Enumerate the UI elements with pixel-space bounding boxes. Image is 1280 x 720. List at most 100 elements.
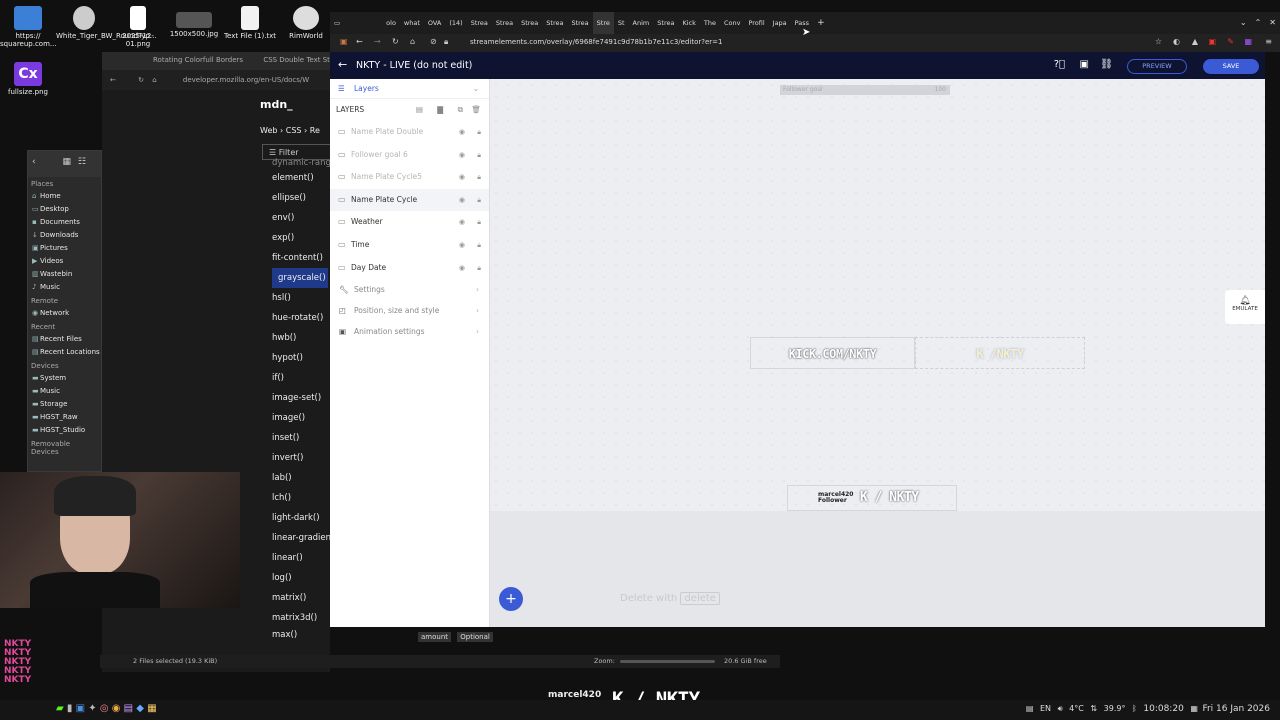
preview-button[interactable]: PREVIEW — [1127, 59, 1187, 74]
list-item[interactable]: hypot() — [102, 348, 330, 368]
list-item[interactable]: image-set() — [102, 388, 330, 408]
desktop-icon-txt[interactable]: Text File (1).txt — [222, 6, 278, 40]
remote-item[interactable]: ◉ Network — [28, 307, 101, 320]
overlay-canvas[interactable]: Follower goal 100 KICK.COM/NKTY K /NKTY … — [490, 79, 1265, 511]
home-icon[interactable]: ⌂ — [152, 76, 156, 84]
visibility-icon[interactable]: ◉ — [459, 121, 465, 144]
browser-tab[interactable]: olo — [382, 12, 400, 34]
lock-icon[interactable]: 🔒︎ — [477, 166, 481, 189]
list-item-selected[interactable]: grayscale() — [272, 268, 328, 288]
list-item[interactable]: inset() — [102, 428, 330, 448]
app-icon[interactable]: ✦ — [88, 703, 96, 714]
clock-date[interactable]: Fri 16 Jan 2026 — [1202, 704, 1270, 714]
visibility-icon[interactable]: ◉ — [459, 166, 465, 189]
browser-icon[interactable]: ◎ — [100, 703, 109, 714]
layers-panel-header[interactable]: ☰ Layers ⌄ — [330, 79, 489, 99]
device-item[interactable]: ▬HGST_Studio — [28, 424, 101, 437]
desktop-icon-png[interactable]: 2025-12-01.png — [110, 6, 166, 48]
terminal-icon[interactable]: ▮ — [67, 703, 73, 714]
browser-tab[interactable]: Strea — [517, 12, 542, 34]
help-icon[interactable]: ?⃝ — [1054, 59, 1065, 70]
browser-tab[interactable]: what — [400, 12, 424, 34]
list-item[interactable]: hsl() — [102, 288, 330, 308]
breadcrumb-item[interactable]: Re — [310, 126, 320, 135]
device-item[interactable]: ▬Storage — [28, 398, 101, 411]
place-item[interactable]: ▶ Videos — [28, 255, 101, 268]
browser-tab[interactable]: Anim — [629, 12, 654, 34]
recent-item[interactable]: ▤Recent Files — [28, 333, 101, 346]
chrome-icon[interactable]: ◉ — [112, 703, 121, 714]
place-item[interactable]: ▣Pictures — [28, 242, 101, 255]
app-icon[interactable]: ▤ — [124, 703, 133, 714]
visibility-icon[interactable]: ◉ — [459, 144, 465, 167]
position-size-style-section[interactable]: ◰ Position, size and style › — [330, 300, 489, 321]
list-item[interactable]: env() — [102, 208, 330, 228]
layer-item[interactable]: ▭ Time ◉ 🔒︎ — [330, 234, 489, 257]
chevron-down-icon[interactable]: ⌄ — [473, 79, 479, 99]
lock-icon[interactable]: 🔒︎ — [477, 257, 481, 280]
browser-tab[interactable]: Strea — [542, 12, 567, 34]
bluetooth-icon[interactable]: ᛒ — [1132, 704, 1137, 713]
maximize-window-icon[interactable]: ⌃ — [1251, 12, 1266, 34]
url-text[interactable]: streamelements.com/overlay/6968fe7491c9d… — [470, 38, 722, 46]
place-item[interactable]: ⌂ Home — [28, 190, 101, 203]
browser-tab[interactable]: Strea — [492, 12, 517, 34]
reload-icon[interactable]: ↻ — [392, 37, 399, 46]
browser-tab[interactable]: (14) — [445, 12, 466, 34]
layer-item[interactable]: ▭ Name Plate Double ◉ 🔒︎ — [330, 121, 489, 144]
place-item[interactable]: ↓ Downloads — [28, 229, 101, 242]
trash-icon[interactable]: 🗑︎ — [471, 99, 481, 121]
shield-icon[interactable]: ⊘ — [430, 37, 437, 46]
device-item[interactable]: ▬Music — [28, 385, 101, 398]
breadcrumb-item[interactable]: Web — [260, 126, 277, 135]
list-item[interactable]: hue-rotate() — [102, 308, 330, 328]
duplicate-icon[interactable]: ⧉ — [458, 99, 463, 121]
list-item[interactable]: max() — [102, 628, 330, 642]
emulate-button[interactable]: 🔔︎ EMULATE — [1225, 290, 1265, 324]
visibility-icon[interactable]: ◉ — [459, 211, 465, 234]
lock-icon[interactable]: 🔒︎ — [477, 211, 481, 234]
list-item[interactable]: image() — [102, 408, 330, 428]
browser-tab[interactable]: The — [700, 12, 720, 34]
place-item[interactable]: ▪ Documents — [28, 216, 101, 229]
keyboard-layout[interactable]: EN — [1040, 704, 1051, 713]
browser-tab[interactable]: OVA — [424, 12, 445, 34]
volume-icon[interactable]: 🔊︎ — [1058, 704, 1063, 713]
close-window-icon[interactable]: ✕ — [1265, 12, 1280, 34]
sidebar-toggle-icon[interactable]: ▣ — [340, 37, 348, 46]
minimize-window-icon[interactable]: ⌄ — [1236, 12, 1251, 34]
layer-item[interactable]: ▭ Follower goal 6 ◉ 🔒︎ — [330, 144, 489, 167]
browser-tab-active[interactable]: Stre — [592, 12, 614, 34]
lock-icon[interactable]: 🔒︎ — [477, 144, 481, 167]
list-item[interactable]: invert() — [102, 448, 330, 468]
visibility-icon[interactable]: ◉ — [459, 234, 465, 257]
device-item[interactable]: ▬HGST_Raw — [28, 411, 101, 424]
place-item[interactable]: ▭Desktop — [28, 203, 101, 216]
reload-icon[interactable]: ↻ — [138, 76, 144, 84]
link-icon[interactable]: ⛓ — [1100, 59, 1113, 70]
desktop-icon-link[interactable]: https:// squareup.com... — [0, 6, 57, 48]
lock-icon[interactable]: 🔒︎ — [477, 121, 481, 144]
folder-icon[interactable]: ▇ — [437, 99, 443, 121]
list-item[interactable]: dynamic-range — [102, 158, 336, 168]
extension-icon[interactable]: ▲ — [1192, 37, 1198, 46]
mdn-tab[interactable]: CSS Double Text St — [263, 56, 330, 64]
visibility-icon[interactable]: ◉ — [459, 257, 465, 280]
kick-url-widget[interactable]: KICK.COM/NKTY — [750, 337, 915, 369]
back-icon[interactable]: ‹ — [32, 157, 36, 167]
new-tab-button[interactable]: + — [813, 12, 829, 34]
list-item[interactable]: hwb() — [102, 328, 330, 348]
device-item[interactable]: ▬System — [28, 372, 101, 385]
view-icon[interactable]: ▦ — [62, 157, 71, 167]
mdn-url-bar[interactable]: ← ↻ ⌂ developer.mozilla.org/en-US/docs/W — [102, 70, 330, 90]
kick-slash-widget[interactable]: K /NKTY — [915, 337, 1085, 369]
extension-icon[interactable]: ▦ — [1244, 37, 1252, 46]
list-item[interactable]: if() — [102, 368, 330, 388]
extension-icon[interactable]: ◐ — [1173, 37, 1180, 46]
files-icon[interactable]: ▣ — [76, 703, 85, 714]
app-icon[interactable]: ◆ — [136, 703, 144, 714]
layer-item-selected[interactable]: ▭ Name Plate Cycle ◉ 🔒︎ — [330, 188, 489, 212]
forward-icon[interactable]: → — [374, 37, 381, 46]
back-icon[interactable]: ← — [356, 37, 363, 46]
menu-icon[interactable]: ≡ — [1265, 37, 1272, 46]
